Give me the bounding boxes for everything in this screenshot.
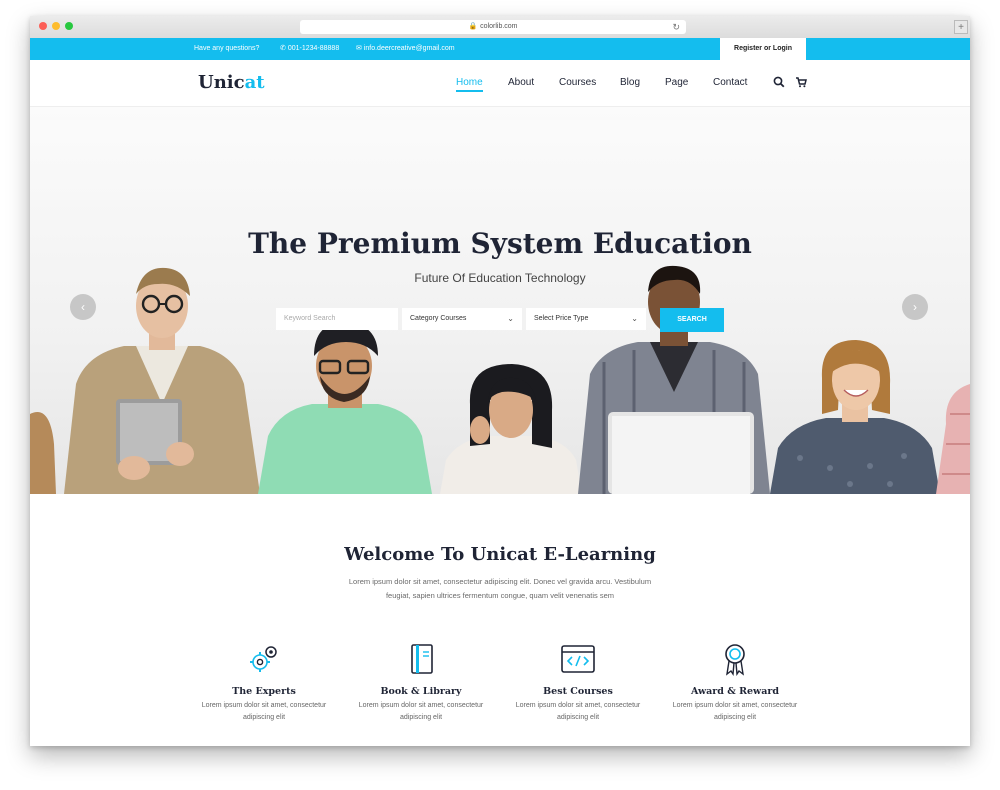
feature-awards: Award & Reward Lorem ipsum dolor sit ame… — [665, 642, 805, 724]
site-logo[interactable]: Unicat — [198, 72, 265, 93]
search-button[interactable]: SEARCH — [660, 308, 724, 332]
envelope-icon: ✉ — [356, 45, 362, 52]
code-window-icon — [561, 645, 595, 673]
feature-text: Lorem ipsum dolor sit amet, consectetur … — [358, 702, 484, 721]
category-select[interactable]: Category Courses ⌄ — [402, 308, 522, 330]
man-in-turban-image — [258, 322, 432, 494]
chevron-down-icon: ⌄ — [507, 314, 514, 323]
address-text: colorlib.com — [480, 23, 518, 30]
feature-title: The Experts — [232, 686, 296, 697]
browser-window: 🔒 colorlib.com ↻ + Have any questions? ✆ … — [30, 16, 970, 746]
welcome-title: Welcome To Unicat E-Learning — [344, 544, 656, 565]
minimize-window-icon[interactable] — [52, 22, 60, 30]
gears-icon — [250, 646, 277, 672]
maximize-window-icon[interactable] — [65, 22, 73, 30]
chevron-left-icon: ‹ — [81, 300, 85, 314]
nav-home[interactable]: Home — [456, 77, 483, 92]
hero-subtitle: Future Of Education Technology — [414, 271, 586, 285]
award-ribbon-icon — [725, 644, 745, 676]
woman-on-phone-image — [440, 364, 582, 494]
email-link[interactable]: ✉ info.deercreative@gmail.com — [356, 38, 455, 60]
nav-courses[interactable]: Courses — [559, 77, 596, 88]
site-header: Unicat Home About Courses Blog Page Cont… — [30, 60, 970, 107]
email-text: info.deercreative@gmail.com — [363, 45, 455, 52]
slider-next-button[interactable]: › — [902, 294, 928, 320]
feature-text: Lorem ipsum dolor sit amet, consectetur … — [201, 702, 327, 721]
welcome-text: Lorem ipsum dolor sit amet, consectetur … — [348, 577, 652, 600]
nav-blog[interactable]: Blog — [620, 77, 640, 88]
cart-icon[interactable] — [794, 75, 808, 89]
phone-text: 001-1234-88888 — [287, 45, 340, 52]
man-with-laptop-image — [578, 265, 770, 494]
logo-main-text: Unic — [198, 72, 245, 93]
feature-text: Lorem ipsum dolor sit amet, consectetur … — [515, 702, 641, 721]
book-icon — [411, 644, 433, 674]
phone-link[interactable]: ✆ 001-1234-88888 — [280, 38, 339, 60]
feature-title: Best Courses — [543, 686, 613, 697]
reload-icon[interactable]: ↻ — [672, 20, 680, 34]
address-bar[interactable]: 🔒 colorlib.com ↻ — [300, 20, 686, 34]
feature-title: Award & Reward — [690, 686, 780, 697]
lock-icon: 🔒 — [468, 23, 478, 30]
price-type-select-value: Select Price Type — [534, 315, 589, 322]
top-info-bar: Have any questions? ✆ 001-1234-88888 ✉ i… — [30, 38, 970, 60]
man-with-tablet-image — [64, 267, 260, 494]
new-tab-icon[interactable]: + — [954, 20, 968, 34]
chevron-down-icon: ⌄ — [631, 314, 638, 323]
nav-contact[interactable]: Contact — [713, 77, 747, 88]
chevron-right-icon: › — [913, 300, 917, 314]
feature-library: Book & Library Lorem ipsum dolor sit ame… — [351, 642, 491, 724]
feature-experts: The Experts Lorem ipsum dolor sit amet, … — [194, 642, 334, 724]
register-login-button[interactable]: Register or Login — [720, 38, 806, 60]
feature-text: Lorem ipsum dolor sit amet, consectetur … — [672, 702, 798, 721]
logo-accent-text: at — [244, 72, 265, 93]
smiling-woman-image — [770, 340, 940, 494]
hero-slider: The Premium System Education Future Of E… — [30, 107, 970, 494]
questions-text: Have any questions? — [194, 45, 260, 52]
feature-courses: Best Courses Lorem ipsum dolor sit amet,… — [508, 642, 648, 724]
feature-title: Book & Library — [380, 686, 462, 697]
hero-title: The Premium System Education — [248, 227, 752, 260]
person-partial-right-image — [936, 384, 970, 494]
keyword-search-input[interactable]: Keyword Search — [276, 308, 398, 330]
nav-page[interactable]: Page — [665, 77, 688, 88]
close-window-icon[interactable] — [39, 22, 47, 30]
nav-about[interactable]: About — [508, 77, 534, 88]
slider-prev-button[interactable]: ‹ — [70, 294, 96, 320]
price-type-select[interactable]: Select Price Type ⌄ — [526, 308, 646, 330]
phone-icon: ✆ — [280, 45, 286, 52]
browser-chrome: 🔒 colorlib.com ↻ + — [30, 16, 970, 39]
category-select-value: Category Courses — [410, 315, 467, 322]
search-icon[interactable] — [772, 75, 786, 89]
